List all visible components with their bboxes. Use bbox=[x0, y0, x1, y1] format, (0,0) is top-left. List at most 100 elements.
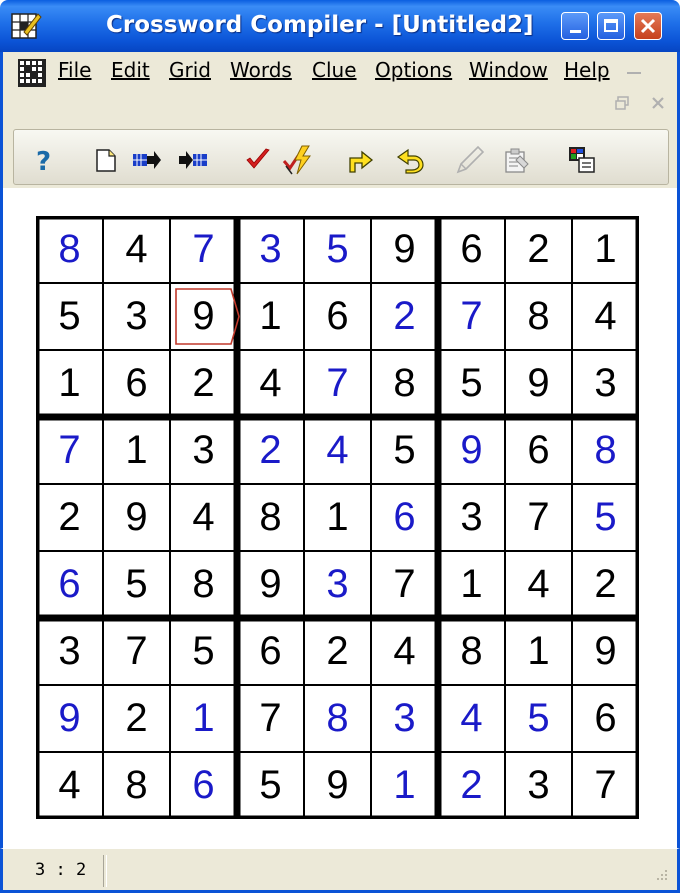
sudoku-cell[interactable]: 2 bbox=[438, 752, 505, 819]
sudoku-cell[interactable]: 5 bbox=[438, 350, 505, 417]
minimize-button[interactable] bbox=[561, 12, 589, 40]
export-arrow-icon[interactable] bbox=[130, 144, 162, 176]
sudoku-cell[interactable]: 6 bbox=[438, 216, 505, 283]
sudoku-cell[interactable]: 3 bbox=[103, 283, 170, 350]
sudoku-cell[interactable]: 2 bbox=[371, 283, 438, 350]
sudoku-cell[interactable]: 4 bbox=[304, 417, 371, 484]
mdi-minimize-icon[interactable] bbox=[627, 72, 641, 74]
maximize-button[interactable] bbox=[597, 12, 625, 40]
sudoku-cell[interactable]: 4 bbox=[572, 283, 639, 350]
sudoku-cell[interactable]: 8 bbox=[505, 283, 572, 350]
clipboard-icon[interactable] bbox=[500, 144, 532, 176]
new-document-icon[interactable] bbox=[90, 144, 122, 176]
sudoku-cell[interactable]: 4 bbox=[505, 551, 572, 618]
sudoku-cell[interactable]: 7 bbox=[36, 417, 103, 484]
sudoku-cell[interactable]: 4 bbox=[371, 618, 438, 685]
sudoku-cell[interactable]: 2 bbox=[572, 551, 639, 618]
sudoku-cell[interactable]: 1 bbox=[103, 417, 170, 484]
sudoku-cell[interactable]: 8 bbox=[438, 618, 505, 685]
pencil-icon[interactable] bbox=[454, 144, 486, 176]
sudoku-cell[interactable]: 8 bbox=[170, 551, 237, 618]
sudoku-cell[interactable]: 7 bbox=[371, 551, 438, 618]
sudoku-cell[interactable]: 5 bbox=[170, 618, 237, 685]
import-arrow-icon[interactable] bbox=[178, 144, 210, 176]
sudoku-cell[interactable]: 9 bbox=[505, 350, 572, 417]
sudoku-cell[interactable]: 2 bbox=[505, 216, 572, 283]
sudoku-cell[interactable]: 1 bbox=[572, 216, 639, 283]
sudoku-cell[interactable]: 7 bbox=[438, 283, 505, 350]
sudoku-cell[interactable]: 3 bbox=[371, 685, 438, 752]
sudoku-cell[interactable]: 3 bbox=[36, 618, 103, 685]
menu-help[interactable]: Help bbox=[564, 58, 610, 82]
resize-grip-icon[interactable] bbox=[651, 866, 669, 884]
sudoku-cell[interactable]: 7 bbox=[572, 752, 639, 819]
sudoku-cell[interactable]: 4 bbox=[36, 752, 103, 819]
properties-icon[interactable] bbox=[566, 144, 598, 176]
sudoku-cell[interactable]: 1 bbox=[371, 752, 438, 819]
sudoku-cell[interactable]: 5 bbox=[36, 283, 103, 350]
sudoku-cell[interactable]: 6 bbox=[572, 685, 639, 752]
sudoku-cell[interactable]: 1 bbox=[36, 350, 103, 417]
sudoku-cell[interactable]: 2 bbox=[237, 417, 304, 484]
sudoku-cell[interactable]: 6 bbox=[103, 350, 170, 417]
sudoku-cell[interactable]: 6 bbox=[505, 417, 572, 484]
sudoku-cell[interactable]: 3 bbox=[304, 551, 371, 618]
sudoku-cell[interactable]: 2 bbox=[170, 350, 237, 417]
sudoku-cell[interactable]: 2 bbox=[304, 618, 371, 685]
sudoku-cell[interactable]: 1 bbox=[237, 283, 304, 350]
mdi-restore-icon[interactable] bbox=[615, 94, 629, 110]
sudoku-cell[interactable]: 5 bbox=[572, 484, 639, 551]
title-bar[interactable]: Crossword Compiler - [Untitled2] bbox=[0, 0, 680, 52]
sudoku-cell[interactable]: 6 bbox=[304, 283, 371, 350]
undo-arrow-icon[interactable] bbox=[394, 144, 426, 176]
sudoku-cell[interactable]: 1 bbox=[304, 484, 371, 551]
sudoku-cell[interactable]: 5 bbox=[237, 752, 304, 819]
document-grid-icon[interactable] bbox=[17, 58, 47, 88]
sudoku-cell[interactable]: 3 bbox=[237, 216, 304, 283]
sudoku-cell[interactable]: 9 bbox=[103, 484, 170, 551]
sudoku-cell[interactable]: 9 bbox=[237, 551, 304, 618]
sudoku-cell[interactable]: 8 bbox=[371, 350, 438, 417]
sudoku-cell[interactable]: 8 bbox=[572, 417, 639, 484]
menu-clue[interactable]: Clue bbox=[312, 58, 357, 82]
menu-edit[interactable]: Edit bbox=[111, 58, 150, 82]
sudoku-cell[interactable]: 9 bbox=[36, 685, 103, 752]
sudoku-cell[interactable]: 3 bbox=[438, 484, 505, 551]
sudoku-cell[interactable]: 4 bbox=[237, 350, 304, 417]
checkmark-icon[interactable] bbox=[242, 144, 274, 176]
sudoku-cell[interactable]: 9 bbox=[371, 216, 438, 283]
sudoku-cell[interactable]: 3 bbox=[170, 417, 237, 484]
sudoku-cell[interactable]: 3 bbox=[572, 350, 639, 417]
menu-options[interactable]: Options bbox=[375, 58, 452, 82]
sudoku-cell[interactable]: 7 bbox=[170, 216, 237, 283]
sudoku-cell[interactable]: 1 bbox=[505, 618, 572, 685]
sudoku-cell[interactable]: 7 bbox=[304, 350, 371, 417]
sudoku-cell[interactable]: 5 bbox=[371, 417, 438, 484]
sudoku-cell[interactable]: 3 bbox=[505, 752, 572, 819]
sudoku-cell[interactable]: 4 bbox=[438, 685, 505, 752]
sudoku-cell[interactable]: 8 bbox=[237, 484, 304, 551]
sudoku-cell[interactable]: 8 bbox=[36, 216, 103, 283]
auto-fill-lightning-icon[interactable] bbox=[282, 144, 314, 176]
sudoku-cell[interactable]: 1 bbox=[438, 551, 505, 618]
sudoku-cell[interactable]: 6 bbox=[170, 752, 237, 819]
sudoku-cell[interactable]: 9 bbox=[438, 417, 505, 484]
menu-window[interactable]: Window bbox=[469, 58, 548, 82]
menu-words[interactable]: Words bbox=[230, 58, 292, 82]
mdi-close-icon[interactable] bbox=[651, 94, 665, 109]
sudoku-cell[interactable]: 8 bbox=[304, 685, 371, 752]
sudoku-cell[interactable]: 5 bbox=[103, 551, 170, 618]
menu-grid[interactable]: Grid bbox=[169, 58, 211, 82]
sudoku-cell[interactable]: 6 bbox=[237, 618, 304, 685]
sudoku-grid[interactable]: 8473596215391627841624785937132459682948… bbox=[36, 216, 639, 819]
sudoku-cell[interactable]: 4 bbox=[103, 216, 170, 283]
sudoku-cell[interactable]: 4 bbox=[170, 484, 237, 551]
close-button[interactable] bbox=[634, 12, 662, 40]
help-icon[interactable]: ? bbox=[28, 144, 60, 176]
sudoku-cell[interactable]: 8 bbox=[103, 752, 170, 819]
sudoku-cell[interactable]: 9 bbox=[572, 618, 639, 685]
sudoku-cell[interactable]: 9 bbox=[170, 283, 237, 350]
sudoku-cell[interactable]: 2 bbox=[103, 685, 170, 752]
sudoku-cell[interactable]: 6 bbox=[371, 484, 438, 551]
sudoku-cell[interactable]: 5 bbox=[505, 685, 572, 752]
